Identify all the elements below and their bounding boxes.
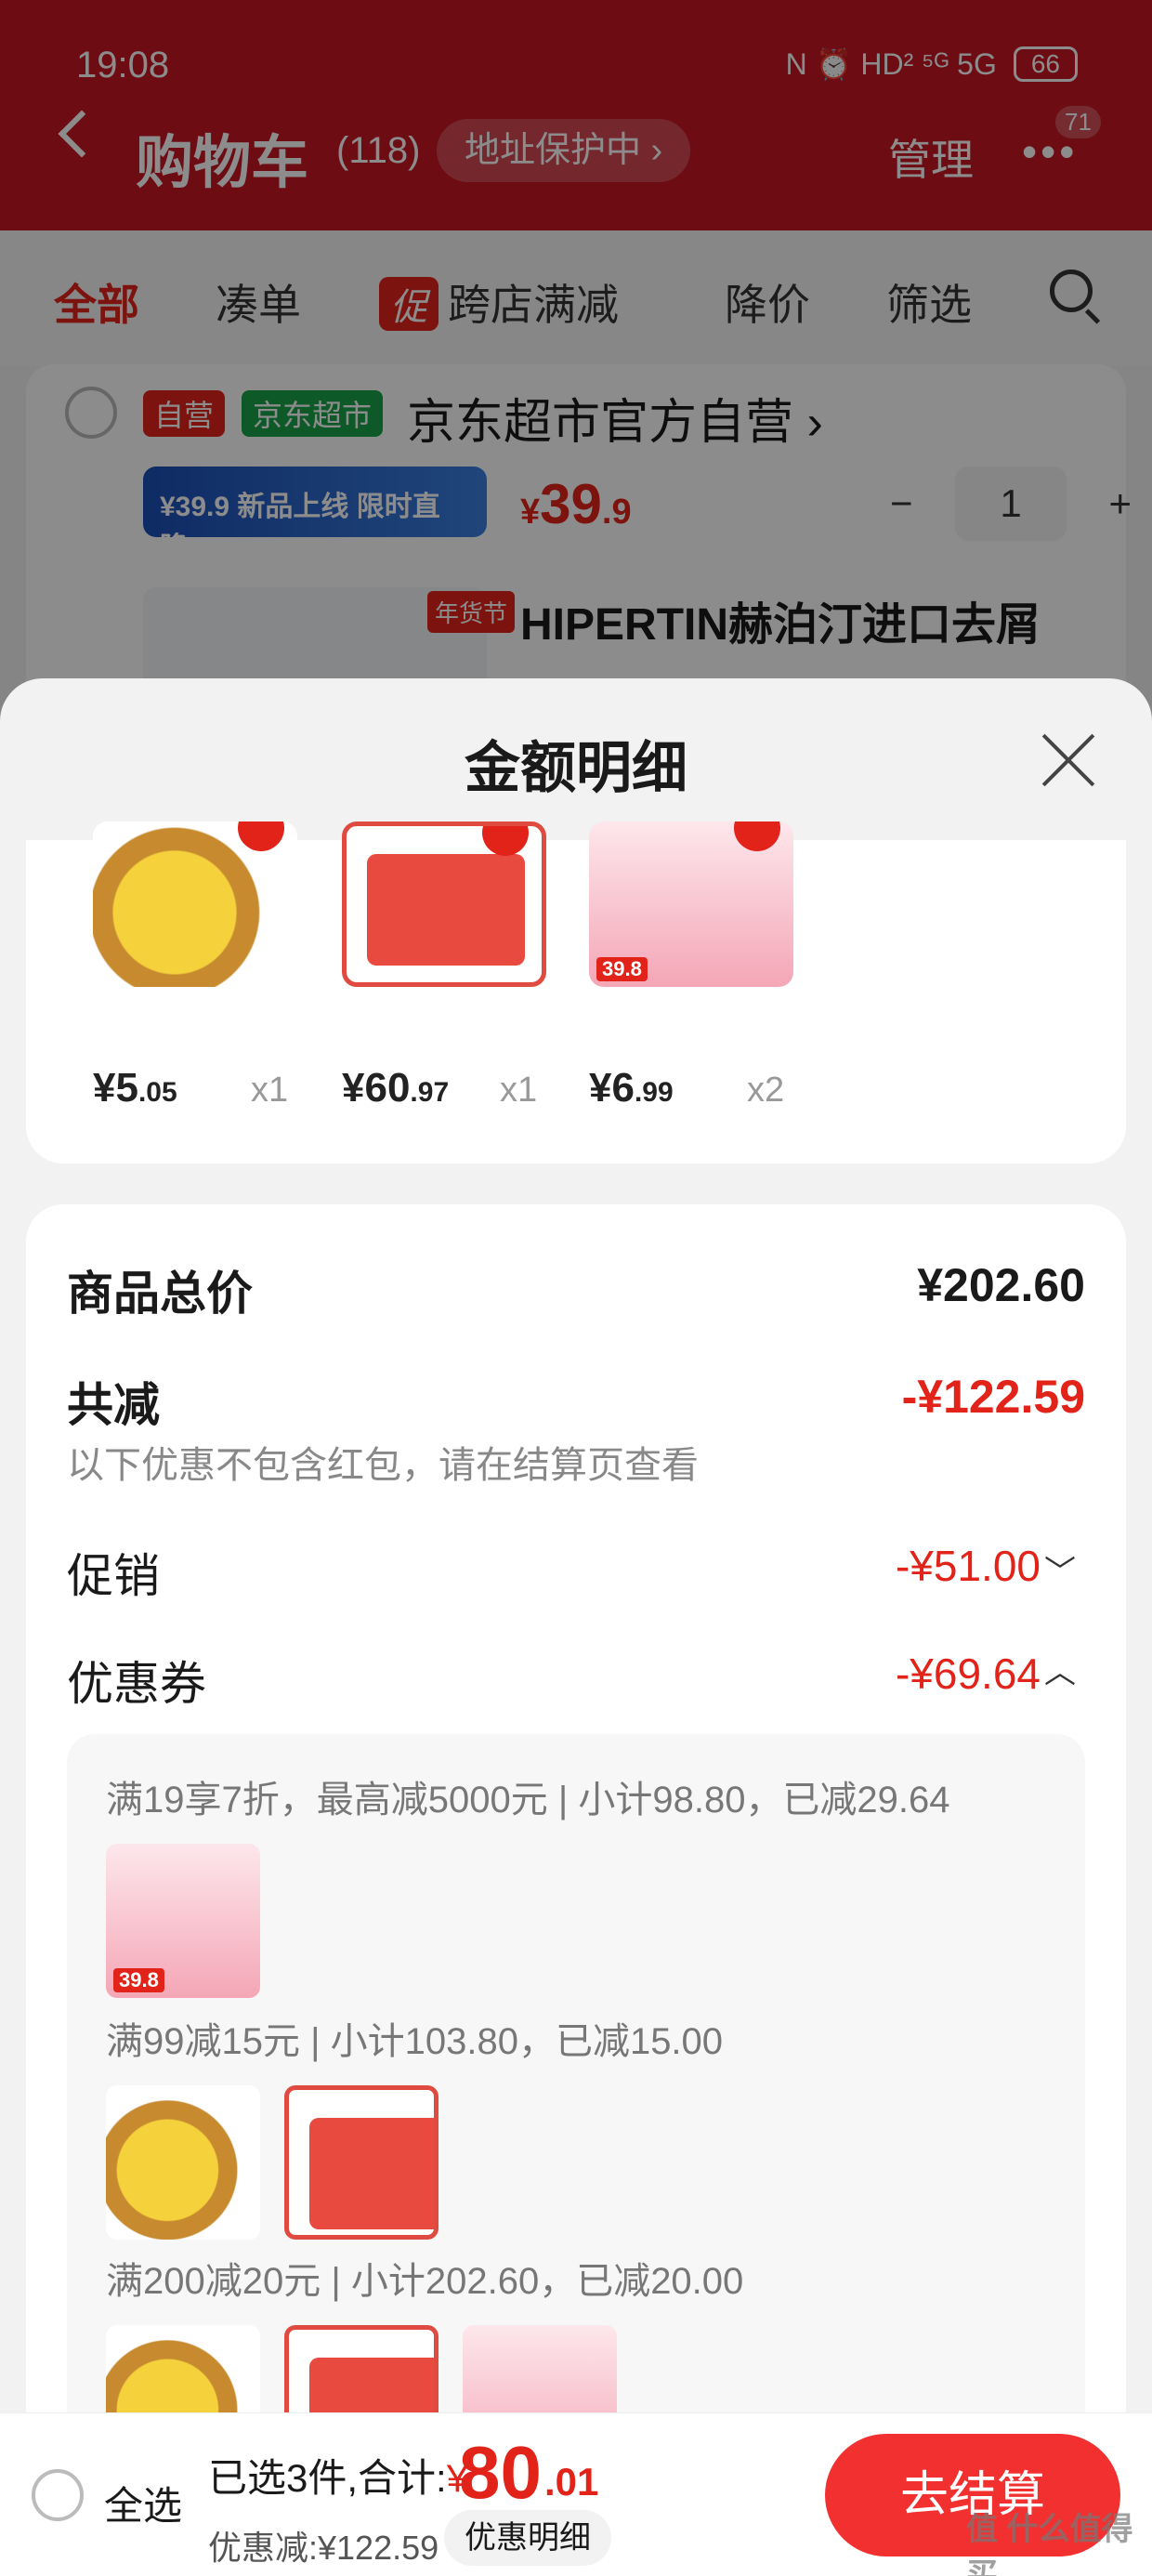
reduce-value: -¥122.59 bbox=[901, 1371, 1085, 1423]
thumb-price-label: 39.8 bbox=[113, 1968, 164, 1992]
reduce-label: 共减 bbox=[67, 1379, 160, 1431]
passion-fruit-thumbnail bbox=[93, 821, 297, 987]
select-all-label[interactable]: 全选 bbox=[104, 2475, 182, 2531]
summary-text: 已选3件,合计: bbox=[208, 2456, 447, 2500]
total-value: ¥202.60 bbox=[917, 1259, 1085, 1311]
selected-item[interactable]: ¥60.97 x1 bbox=[342, 821, 583, 1111]
selected-check-icon bbox=[734, 821, 780, 851]
passion-fruit-thumbnail[interactable] bbox=[106, 2085, 260, 2240]
wipes-thumbnail[interactable]: 39.8 bbox=[106, 1844, 260, 1998]
coupon-rule: 满19享7折，最高减5000元 | 小计98.80，已减29.64 bbox=[106, 1780, 950, 1820]
coupon-value[interactable]: -¥69.64 bbox=[896, 1649, 1041, 1699]
item-qty: x2 bbox=[747, 1071, 785, 1110]
item-qty: x1 bbox=[500, 1071, 538, 1110]
selected-items-card: ¥5.05 x1 ¥60.97 x1 39.8 ¥6.99 x2 bbox=[26, 821, 1126, 1163]
strawberry-thumbnail[interactable] bbox=[284, 2085, 439, 2240]
amount-detail-sheet: 金额明细 ¥5.05 x1 ¥60.97 x1 39.8 ¥6.99 x2 商品… bbox=[0, 678, 1152, 2576]
selected-check-icon bbox=[482, 826, 529, 856]
discount-amount: 优惠减:¥122.59 bbox=[208, 2529, 439, 2567]
item-qty: x1 bbox=[251, 1071, 289, 1110]
item-price: ¥6.99 bbox=[589, 1065, 674, 1111]
sheet-title: 金额明细 bbox=[465, 737, 687, 799]
thumb-price-label: 39.8 bbox=[596, 957, 648, 981]
coupon-rule: 满200减20元 | 小计202.60，已减20.00 bbox=[106, 2261, 744, 2302]
promo-label[interactable]: 促销 bbox=[67, 1539, 160, 1606]
item-price: ¥60.97 bbox=[342, 1065, 450, 1111]
summary-card: 商品总价 ¥202.60 共减 -¥122.59 以下优惠不包含红包，请在结算页… bbox=[26, 1204, 1126, 2576]
selected-item[interactable]: ¥5.05 x1 bbox=[93, 821, 334, 1111]
promo-value[interactable]: -¥51.00 bbox=[896, 1541, 1041, 1591]
selected-item[interactable]: 39.8 ¥6.99 x2 bbox=[589, 821, 831, 1111]
item-price: ¥5.05 bbox=[93, 1065, 177, 1111]
strawberry-thumbnail bbox=[342, 821, 546, 987]
chevron-up-icon[interactable]: ︿ bbox=[1044, 1647, 1076, 1692]
discount-detail-button[interactable]: 优惠明细 bbox=[444, 2510, 611, 2566]
discount-note: 以下优惠不包含红包，请在结算页查看 bbox=[67, 1445, 699, 1486]
total-label: 商品总价 bbox=[67, 1268, 253, 1320]
coupon-rule: 满99减15元 | 小计103.80，已减15.00 bbox=[106, 2021, 724, 2062]
selection-summary: 已选3件,合计:¥ bbox=[208, 2447, 468, 2504]
selected-check-icon bbox=[238, 821, 284, 851]
close-icon[interactable] bbox=[1039, 730, 1098, 790]
total-int: 80 bbox=[459, 2431, 542, 2514]
total-dec: .01 bbox=[544, 2460, 599, 2504]
wipes-thumbnail: 39.8 bbox=[589, 821, 793, 987]
watermark: 值 什么值得买 bbox=[966, 2512, 1133, 2576]
chevron-down-icon[interactable]: ﹀ bbox=[1044, 1546, 1076, 1592]
select-all-checkbox[interactable] bbox=[32, 2469, 84, 2521]
coupon-label[interactable]: 优惠券 bbox=[67, 1647, 206, 1714]
